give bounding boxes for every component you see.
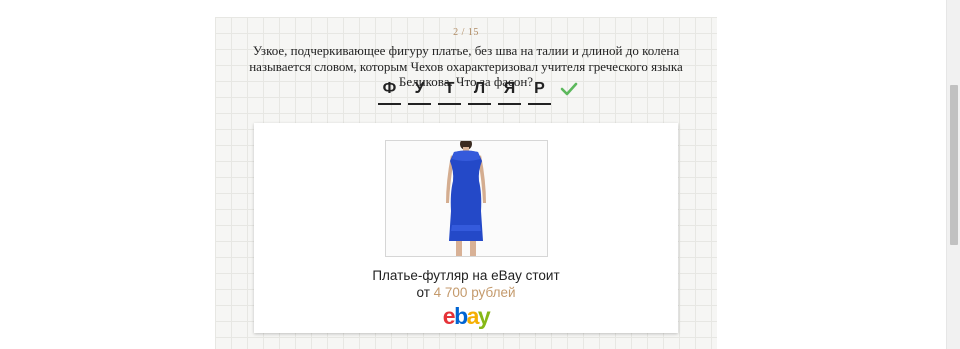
answer-letter[interactable]: У (408, 79, 431, 105)
answer-letter[interactable]: Т (438, 79, 461, 105)
blue-dress-image (386, 141, 547, 256)
page-scrollbar[interactable] (946, 0, 960, 349)
answer-letter[interactable]: Р (528, 79, 551, 105)
logo-letter: e (442, 303, 456, 329)
logo-letter: y (477, 303, 491, 329)
answer-letter[interactable]: Л (468, 79, 491, 105)
caption-prefix: от (416, 285, 430, 300)
answer-row: Ф У Т Л Я Р (378, 79, 578, 113)
card-caption: Платье-футляр на eBay стоит от 4 700 руб… (254, 267, 678, 301)
dress-photo (385, 140, 548, 257)
info-card: Платье-футляр на eBay стоит от 4 700 руб… (254, 123, 678, 333)
caption-line: Платье-футляр на eBay стоит (372, 268, 560, 283)
price-link[interactable]: 4 700 рублей (434, 285, 516, 300)
answer-letter[interactable]: Я (498, 79, 521, 105)
checkmark-icon (560, 82, 578, 96)
caption-price-line: от 4 700 рублей (254, 284, 678, 301)
answer-letter[interactable]: Ф (378, 79, 401, 105)
logo-letter: a (466, 303, 480, 329)
logo-letter: b (454, 303, 468, 329)
question-counter: 2 / 15 (453, 27, 479, 38)
ebay-logo[interactable]: ebay (254, 304, 678, 328)
quiz-panel: 2 / 15 Узкое, подчеркивающее фигуру плат… (215, 17, 717, 349)
scrollbar-thumb[interactable] (950, 85, 958, 245)
